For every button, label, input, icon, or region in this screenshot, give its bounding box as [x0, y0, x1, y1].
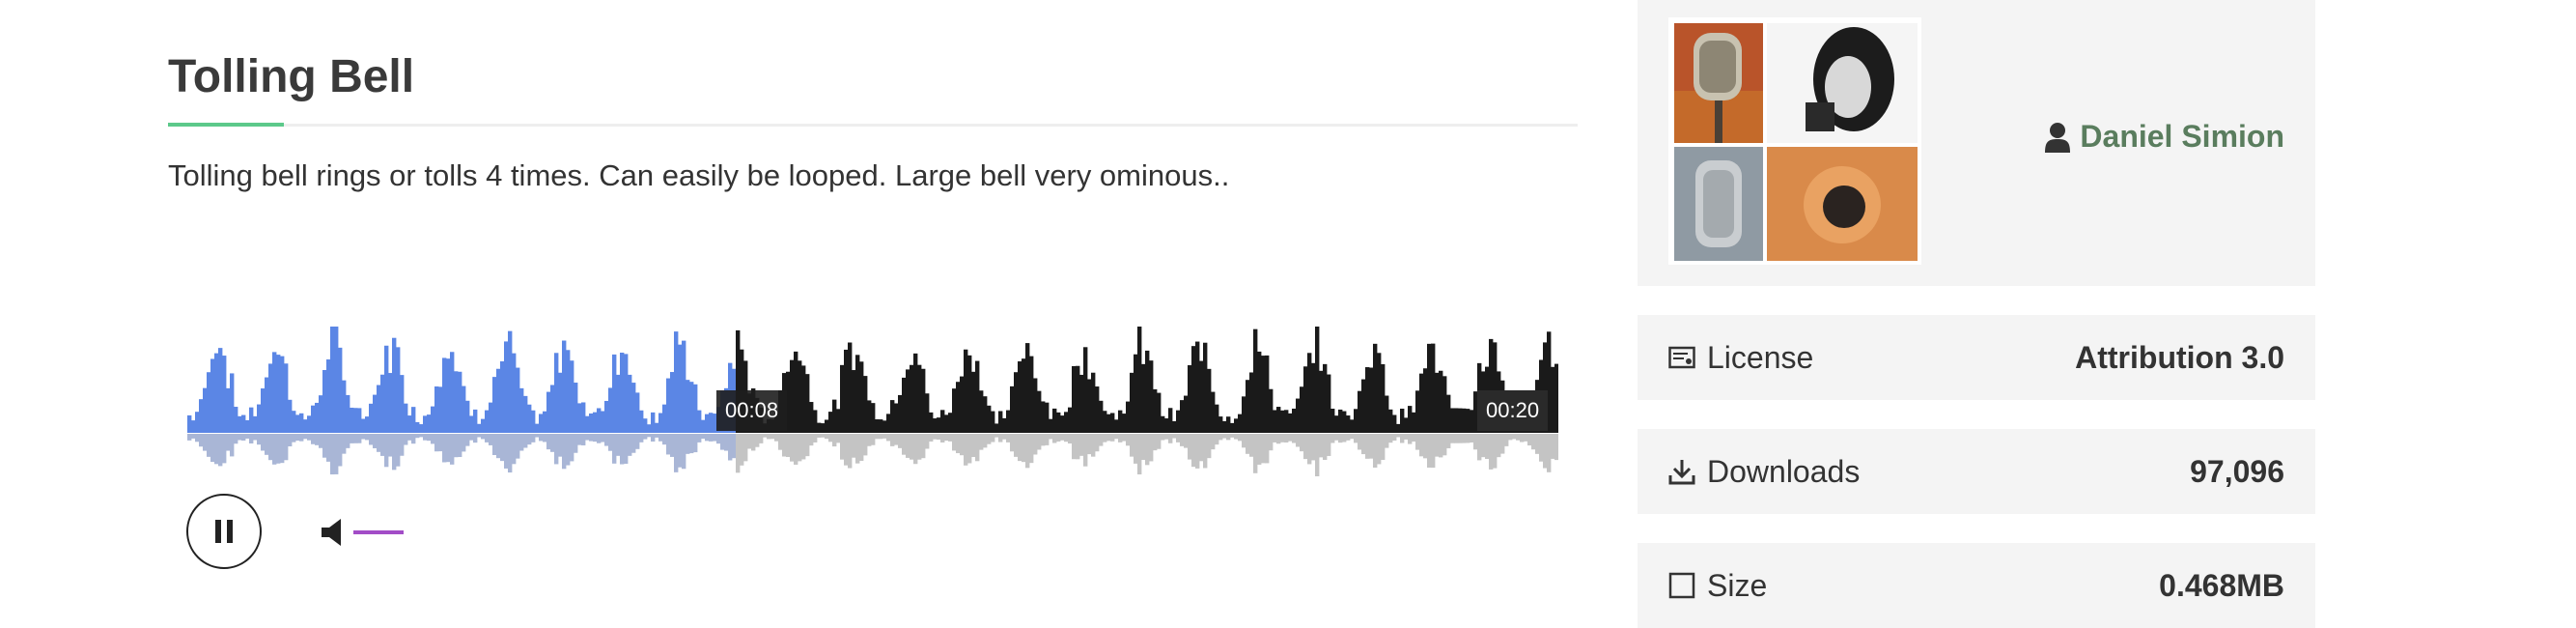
volume-icon[interactable] — [322, 518, 347, 547]
downloads-value: 97,096 — [2190, 453, 2284, 489]
size-card: Size 0.468MB — [1638, 543, 2315, 628]
file-icon — [1668, 572, 1695, 599]
author-avatar[interactable] — [1668, 17, 1921, 265]
elapsed-time: 00:08 — [716, 390, 788, 431]
waveform[interactable] — [187, 327, 1558, 476]
downloads-label: Downloads — [1707, 453, 1861, 489]
size-value: 0.468MB — [2159, 567, 2284, 603]
download-icon — [1668, 460, 1695, 485]
size-label: Size — [1707, 567, 1768, 603]
title-divider — [168, 124, 1578, 127]
downloads-card: Downloads 97,096 — [1638, 429, 2315, 514]
author-name: Daniel Simion — [2080, 119, 2284, 154]
pause-button[interactable] — [186, 494, 262, 569]
user-icon — [2045, 122, 2071, 153]
avatar-tile-microphone — [1674, 23, 1763, 143]
license-icon — [1668, 346, 1695, 369]
sound-description: Tolling bell rings or tolls 4 times. Can… — [168, 158, 1230, 192]
pause-icon — [215, 520, 233, 543]
total-duration: 00:20 — [1477, 390, 1549, 431]
avatar-tile-portrait — [1767, 23, 1918, 143]
title-accent-bar — [168, 123, 284, 127]
volume-slider[interactable] — [353, 530, 404, 534]
license-value[interactable]: Attribution 3.0 — [2075, 340, 2284, 376]
page-title: Tolling Bell — [168, 51, 415, 102]
license-card: License Attribution 3.0 — [1638, 315, 2315, 400]
avatar-tile-studio-mic — [1674, 147, 1763, 261]
license-label: License — [1707, 339, 1814, 375]
author-link[interactable]: Daniel Simion — [2045, 119, 2284, 155]
avatar-tile-speaker — [1767, 147, 1918, 261]
author-card: Daniel Simion — [1638, 0, 2315, 286]
